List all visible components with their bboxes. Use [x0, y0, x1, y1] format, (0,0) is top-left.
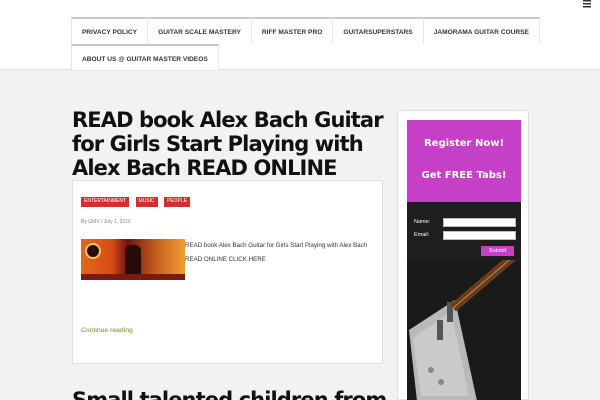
- post-tags: ENTERTAINMENT MUSIC PEOPLE: [81, 189, 221, 211]
- submit-button[interactable]: Submit: [481, 246, 514, 256]
- post-card: ENTERTAINMENT MUSIC PEOPLE By GMV / July…: [72, 180, 383, 364]
- nav-item-about-us[interactable]: ABOUT US @ GUITAR MASTER VIDEOS: [71, 44, 219, 71]
- register-ad-widget: Register Now! Get FREE Tabs! Name: Email…: [407, 120, 521, 400]
- nav-item-riff-master-pro[interactable]: RIFF MASTER PRO: [251, 17, 334, 44]
- sidebar: Register Now! Get FREE Tabs! Name: Email…: [397, 110, 529, 400]
- name-field[interactable]: [443, 218, 516, 227]
- post-thumbnail[interactable]: [81, 239, 185, 280]
- nav-item-jamorama-guitar-course[interactable]: JAMORAMA GUITAR COURSE: [423, 17, 540, 44]
- tag-entertainment[interactable]: ENTERTAINMENT: [81, 197, 130, 207]
- post-title[interactable]: READ book Alex Bach Guitar for Girls Sta…: [72, 108, 387, 180]
- tag-music[interactable]: MUSIC: [135, 197, 158, 207]
- continue-reading-link[interactable]: Continue reading: [81, 327, 133, 334]
- nav-row-2: ABOUT US @ GUITAR MASTER VIDEOS: [71, 44, 482, 71]
- ad-free-tabs-text: Get FREE Tabs!: [421, 170, 507, 181]
- email-field[interactable]: [443, 231, 516, 240]
- next-post-title[interactable]: Small talented children from: [72, 388, 387, 400]
- nav-item-guitarsuperstars[interactable]: GUITARSUPERSTARS: [333, 17, 424, 44]
- nav-row-1: PRIVACY POLICY GUITAR SCALE MASTERY RIFF…: [71, 17, 540, 44]
- email-label: Email:: [414, 232, 430, 238]
- post-meta: By GMV / July 1, 2016: [81, 219, 131, 225]
- ad-header: Register Now! Get FREE Tabs!: [407, 120, 521, 202]
- menu-icon[interactable]: [582, 0, 592, 8]
- post-excerpt: READ book Alex Bach Guitar for Girls Sta…: [185, 242, 368, 263]
- name-label: Name:: [414, 219, 431, 225]
- main-navigation: PRIVACY POLICY GUITAR SCALE MASTERY RIFF…: [71, 17, 540, 71]
- nav-item-guitar-scale-mastery[interactable]: GUITAR SCALE MASTERY: [148, 17, 252, 44]
- ad-register-text: Register Now!: [423, 138, 505, 149]
- nav-item-privacy-policy[interactable]: PRIVACY POLICY: [71, 17, 149, 44]
- tag-people[interactable]: PEOPLE: [164, 197, 191, 207]
- thumbnail-figure: [125, 245, 141, 275]
- thumbnail-disc: [85, 243, 101, 259]
- thumbnail-strip: [81, 274, 185, 280]
- guitar-image: [407, 260, 521, 400]
